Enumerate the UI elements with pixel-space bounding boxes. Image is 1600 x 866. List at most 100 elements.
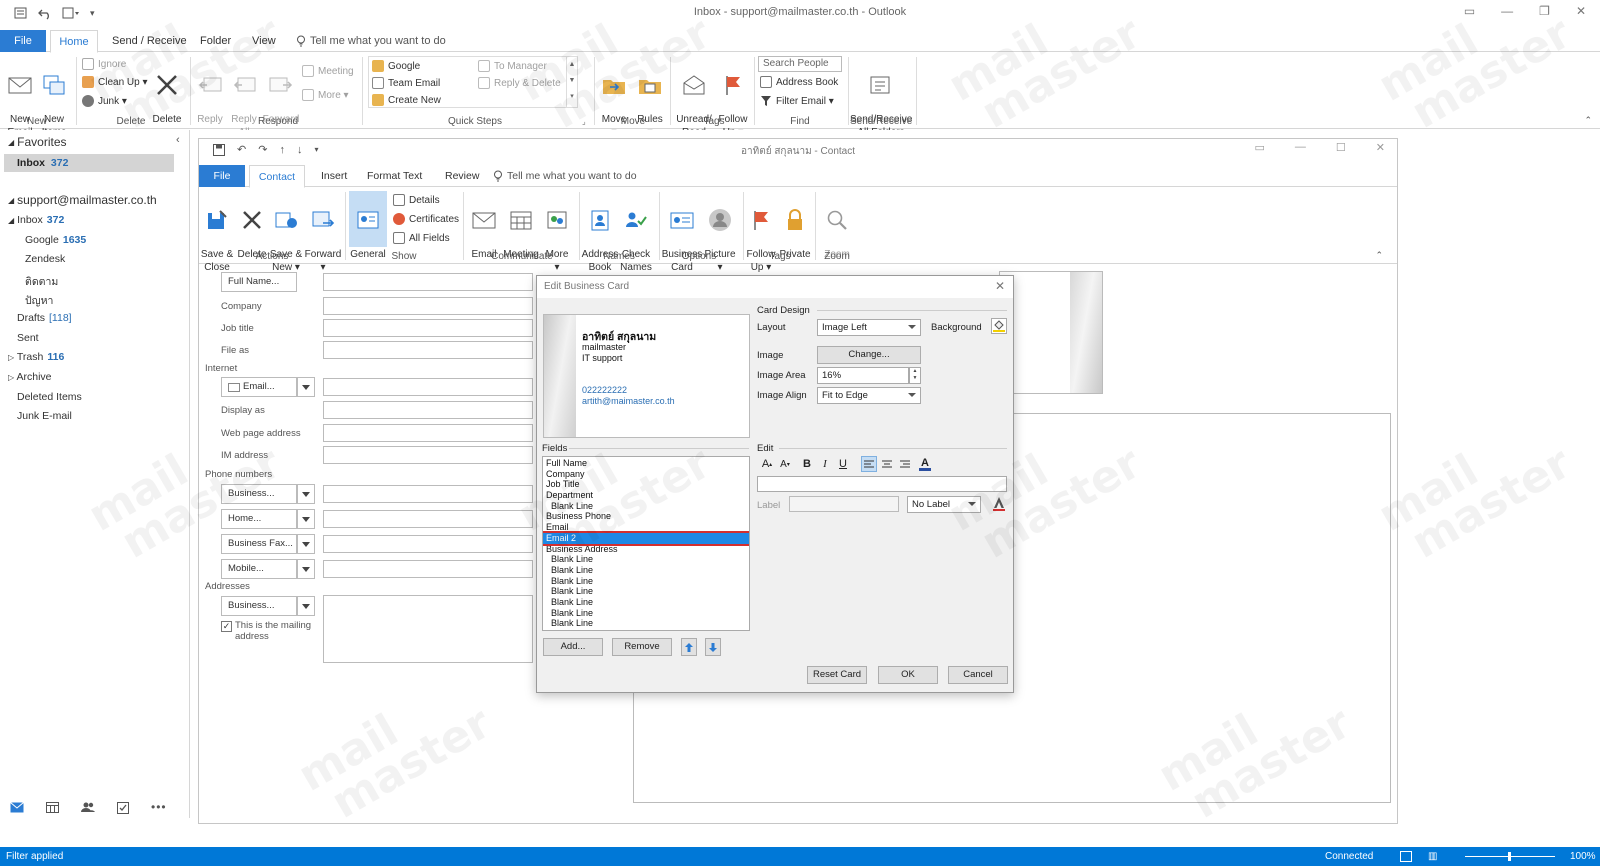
quick-step-to-manager[interactable]: To Manager (478, 60, 547, 72)
minimize-icon[interactable]: — (1501, 4, 1513, 18)
close-icon[interactable]: ✕ (1376, 141, 1385, 154)
quick-steps-launcher-icon[interactable]: ⌟ (582, 117, 586, 126)
contact-tab-file[interactable]: File (199, 165, 245, 187)
tasks-icon[interactable] (117, 801, 129, 814)
contact-tab-contact[interactable]: Contact (249, 165, 305, 188)
field-list-item[interactable]: Blank Line (543, 586, 749, 597)
normal-view-icon[interactable] (1400, 851, 1412, 862)
contact-tab-insert[interactable]: Insert (321, 165, 347, 187)
mobile-phone-input[interactable] (323, 560, 533, 578)
dialog-close-icon[interactable]: ✕ (995, 279, 1005, 293)
field-list-item[interactable]: Email (543, 522, 749, 533)
quick-step-reply-delete[interactable]: Reply & Delete (478, 77, 561, 89)
image-align-select[interactable]: Fit to Edge (817, 387, 921, 404)
reset-card-button[interactable]: Reset Card (807, 666, 867, 684)
people-icon[interactable] (81, 801, 95, 813)
restore-icon[interactable]: ❐ (1539, 4, 1550, 18)
details-button[interactable]: Details (393, 194, 440, 206)
calendar-icon[interactable] (46, 801, 59, 813)
contact-tab-review[interactable]: Review (445, 165, 479, 187)
quick-step-team-email[interactable]: Team Email (372, 77, 440, 89)
business-fax-button[interactable]: Business Fax... (221, 534, 297, 554)
business-phone-input[interactable] (323, 485, 533, 503)
underline-button[interactable]: U (835, 456, 851, 472)
field-list-item[interactable]: Business Phone (543, 511, 749, 522)
save-close-button[interactable]: Save & Close (199, 194, 235, 274)
move-button[interactable]: Move ▾ (598, 59, 630, 139)
follow-up-button[interactable]: Follow Up ▾ (716, 59, 750, 139)
full-name-input[interactable] (323, 273, 533, 291)
address-type-button[interactable]: Business... (221, 596, 297, 616)
shrink-font-button[interactable]: A ▾ (777, 456, 793, 472)
mail-icon[interactable] (10, 801, 24, 813)
mailing-address-checkbox[interactable]: ✓ (221, 621, 232, 632)
image-area-input[interactable]: 16% (817, 367, 909, 384)
email-button[interactable]: Email... (221, 377, 297, 397)
general-button[interactable]: General (349, 191, 387, 260)
label-position-select[interactable]: No Label (907, 496, 981, 513)
field-list-item[interactable]: Full Name (543, 458, 749, 469)
align-center-button[interactable] (879, 456, 895, 472)
mobile-phone-button[interactable]: Mobile... (221, 559, 297, 579)
more-respond-button[interactable]: More ▾ (302, 89, 349, 101)
move-field-up-button[interactable] (681, 638, 697, 656)
junk-button[interactable]: Junk ▾ (82, 95, 127, 107)
tab-file[interactable]: File (0, 30, 46, 52)
folder-problem[interactable]: ปัญหา (25, 292, 53, 309)
tell-me-box[interactable]: Tell me what you want to do (296, 30, 446, 52)
collapse-contact-ribbon-icon[interactable]: ⌃ (1375, 250, 1383, 261)
contact-tell-me[interactable]: Tell me what you want to do (493, 165, 637, 187)
align-right-button[interactable] (897, 456, 913, 472)
close-icon[interactable]: ✕ (1576, 4, 1586, 18)
filter-email-button[interactable]: Filter Email ▾ (760, 95, 834, 107)
unread-read-button[interactable]: Unread/ Read (674, 59, 714, 139)
folder-zendesk[interactable]: Zendesk (25, 253, 65, 265)
ribbon-display-icon[interactable]: ▭ (1464, 4, 1475, 18)
label-input[interactable] (789, 496, 899, 512)
field-list-item[interactable]: Blank Line (543, 554, 749, 565)
business-card-preview[interactable] (999, 271, 1103, 394)
business-phone-button[interactable]: Business... (221, 484, 297, 504)
job-title-input[interactable] (323, 319, 533, 337)
tab-view[interactable]: View (252, 30, 276, 52)
favorites-header[interactable]: ◢ Favorites (8, 135, 67, 149)
background-color-button[interactable] (991, 318, 1007, 334)
save-new-button[interactable]: Save & New ▾ (267, 194, 305, 274)
contact-address-book-button[interactable]: Address Book (581, 194, 619, 274)
send-receive-all-button[interactable]: Send/Receive All Folders (850, 59, 912, 139)
maximize-icon[interactable]: ☐ (1336, 141, 1346, 154)
field-list-item[interactable]: Blank Line (543, 576, 749, 587)
reading-view-icon[interactable]: ▥ (1428, 851, 1437, 862)
display-as-input[interactable] (323, 401, 533, 419)
folder-drafts[interactable]: Drafts [118] (17, 312, 72, 324)
quick-step-google[interactable]: Google (372, 60, 420, 72)
zoom-slider-thumb[interactable] (1508, 852, 1511, 861)
grow-font-button[interactable]: A ▴ (759, 456, 775, 472)
folder-google[interactable]: Google 1635 (25, 234, 86, 246)
rules-button[interactable]: Rules ▾ (634, 59, 666, 139)
field-list-item[interactable]: Business Address (543, 544, 749, 555)
contact-more-button[interactable]: More ▾ (541, 194, 573, 274)
field-list-item[interactable]: Blank Line (543, 565, 749, 576)
field-list-item[interactable]: Department (543, 490, 749, 501)
folder-deleted-items[interactable]: Deleted Items (17, 391, 82, 403)
picture-button[interactable]: Picture ▾ (701, 194, 739, 274)
image-area-spinner[interactable]: ▲ ▼ (909, 367, 921, 384)
more-modules-icon[interactable]: ••• (151, 800, 167, 814)
folder-archive[interactable]: ▷ Archive (8, 371, 52, 383)
web-page-input[interactable] (323, 424, 533, 442)
account-header[interactable]: ◢ support@mailmaster.co.th (8, 193, 157, 207)
italic-button[interactable]: I (817, 456, 833, 472)
meeting-button[interactable]: Meeting (302, 65, 354, 77)
new-email-button[interactable]: New Email (4, 59, 36, 139)
address-textarea[interactable] (323, 595, 533, 663)
zoom-slider[interactable] (1465, 852, 1555, 861)
search-people-input[interactable]: Search People (758, 56, 842, 72)
folder-inbox[interactable]: ◢ Inbox 372 (8, 214, 64, 226)
field-list-item[interactable]: Blank Line (543, 597, 749, 608)
move-field-down-button[interactable] (705, 638, 721, 656)
field-list-item[interactable]: Blank Line (543, 618, 749, 629)
all-fields-button[interactable]: All Fields (393, 232, 450, 244)
home-phone-input[interactable] (323, 510, 533, 528)
contact-follow-up-button[interactable]: Follow Up ▾ (743, 194, 779, 274)
